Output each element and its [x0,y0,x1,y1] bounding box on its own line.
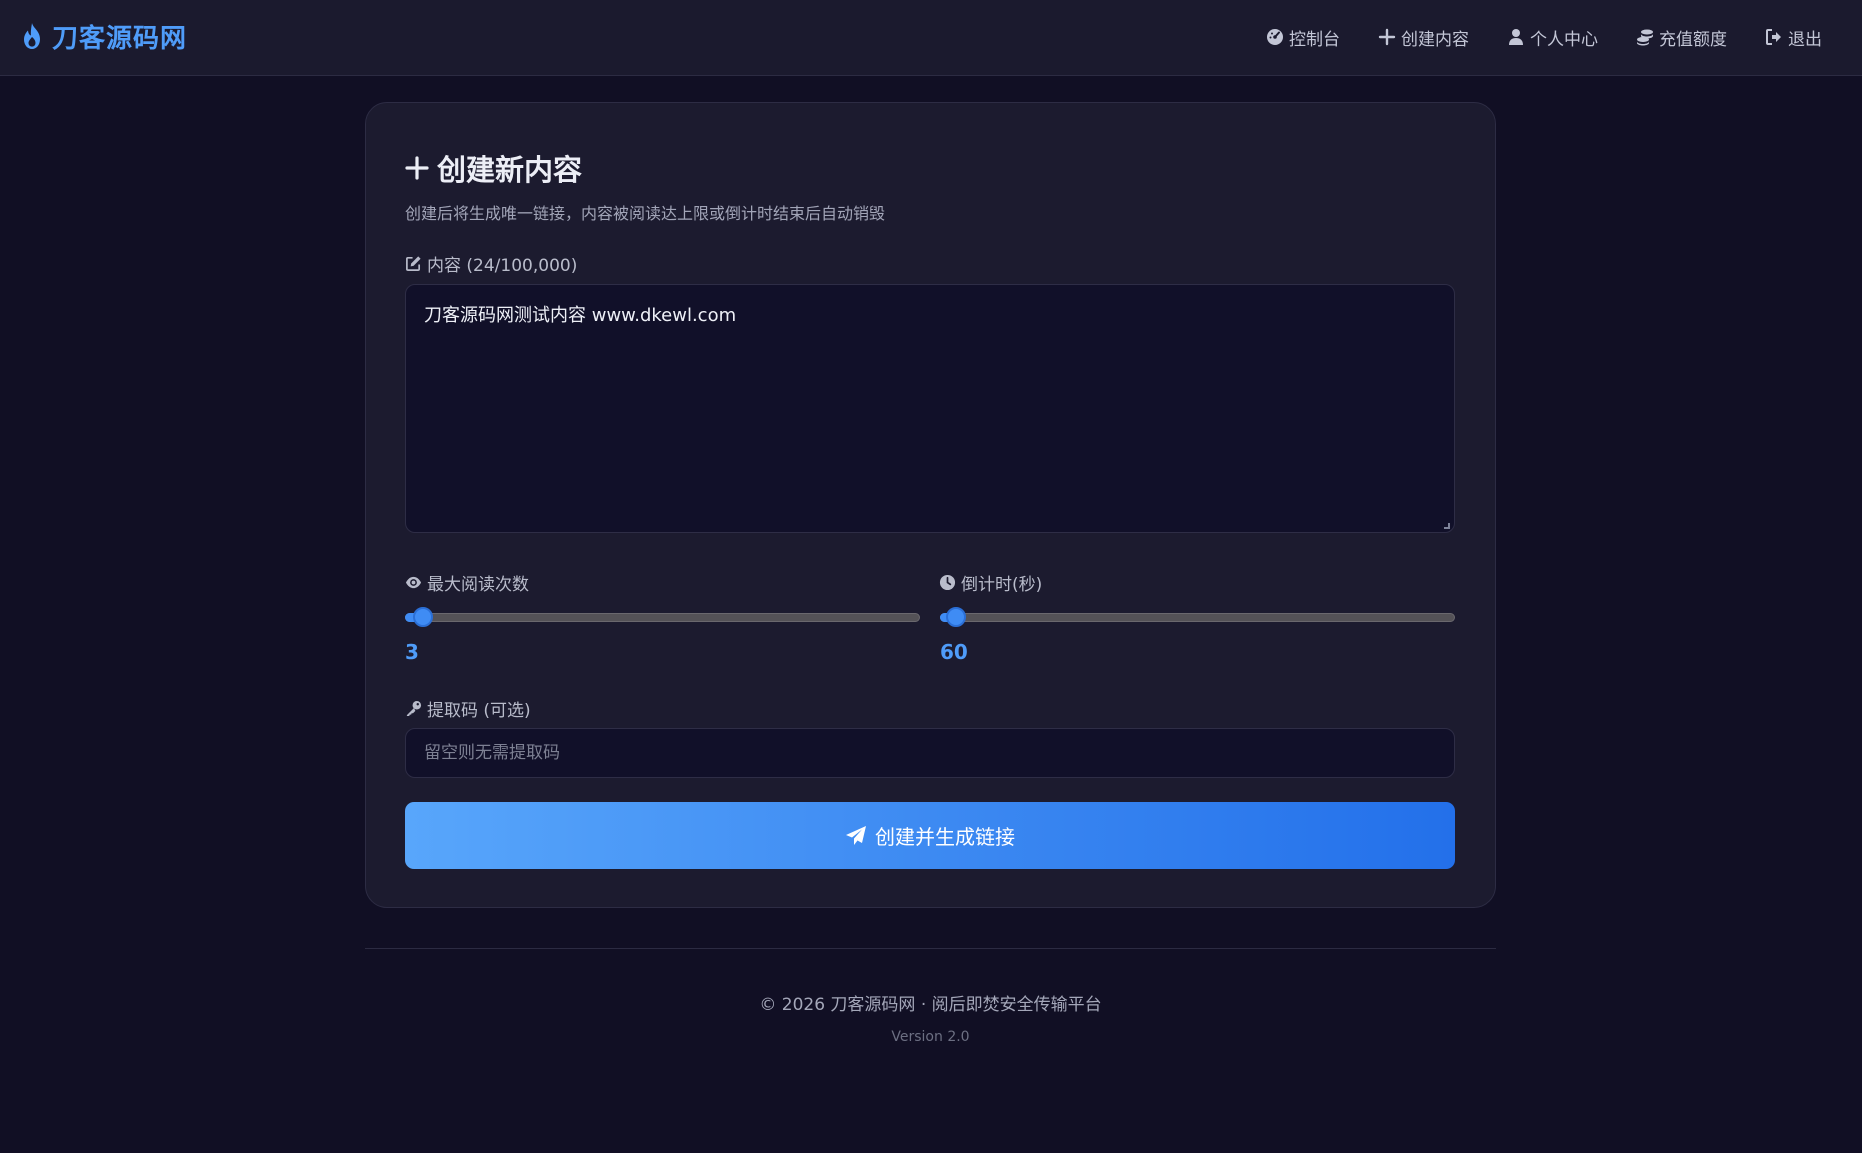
logout-icon [1766,29,1781,45]
content-textarea[interactable]: 刀客源码网测试内容 www.dkewl.com [405,284,1455,533]
footer-divider [365,948,1496,949]
main-nav: 控制台 创建内容 个人中心 充值额度 退出 [1266,22,1822,52]
nav-dashboard-label: 控制台 [1289,29,1340,50]
resize-handle[interactable] [1444,523,1450,529]
page-title-text: 创建新内容 [437,153,583,187]
nav-logout[interactable]: 退出 [1765,25,1822,50]
brand-name: 刀客源码网 [52,23,188,54]
nav-logout-label: 退出 [1788,29,1822,50]
countdown-slider[interactable] [940,606,1455,628]
nav-recharge[interactable]: 充值额度 [1636,25,1727,50]
edit-icon [406,256,421,271]
user-icon [1509,29,1523,45]
clock-icon [939,574,956,591]
content-text: 刀客源码网测试内容 www.dkewl.com [424,305,737,326]
nav-profile[interactable]: 个人中心 [1507,25,1598,50]
max-reads-slider[interactable] [405,606,920,628]
countdown-slider-track [940,613,1455,622]
page-subtitle: 创建后将生成唯一链接，内容被阅读达上限或倒计时结束后自动销毁 [405,204,886,223]
brand-logo[interactable]: 刀客源码网 [20,18,187,54]
extract-code-label-text: 提取码 (可选) [427,701,531,721]
paper-plane-icon [846,825,866,845]
create-link-button[interactable]: 创建并生成链接 [405,802,1455,869]
max-reads-value: 3 [405,640,419,664]
max-reads-label-text: 最大阅读次数 [427,575,529,595]
page-title: 创建新内容 [405,147,582,189]
footer-copyright: © 2026 刀客源码网 · 阅后即焚安全传输平台 [759,995,1102,1015]
footer-version: Version 2.0 [891,1029,970,1045]
eye-icon [405,576,422,589]
key-icon [406,700,422,717]
extract-code-label: 提取码 (可选) [405,696,531,721]
max-reads-slider-track [405,613,920,622]
top-navbar: 刀客源码网 控制台 创建内容 个人中心 充值额度 退出 [0,0,1862,76]
coins-icon [1637,29,1653,46]
max-reads-slider-thumb[interactable] [413,607,433,627]
extract-code-input[interactable] [405,728,1455,778]
nav-recharge-label: 充值额度 [1659,29,1727,50]
countdown-label: 倒计时(秒) [939,570,1042,595]
create-link-button-label: 创建并生成链接 [875,825,1015,849]
countdown-slider-thumb[interactable] [946,607,966,627]
create-content-card: 创建新内容 创建后将生成唯一链接，内容被阅读达上限或倒计时结束后自动销毁 内容 … [365,102,1496,908]
dashboard-icon [1267,29,1283,45]
plus-icon [1378,28,1396,46]
nav-profile-label: 个人中心 [1530,29,1598,50]
nav-dashboard[interactable]: 控制台 [1266,25,1340,50]
nav-create-label: 创建内容 [1401,29,1469,50]
max-reads-label: 最大阅读次数 [405,570,529,595]
countdown-label-text: 倒计时(秒) [961,575,1043,595]
plus-icon [405,156,429,180]
countdown-value: 60 [940,640,968,664]
nav-create[interactable]: 创建内容 [1378,25,1469,50]
content-label-text: 内容 (24/100,000) [427,256,578,276]
flame-icon [24,23,40,49]
content-label: 内容 (24/100,000) [405,251,577,276]
